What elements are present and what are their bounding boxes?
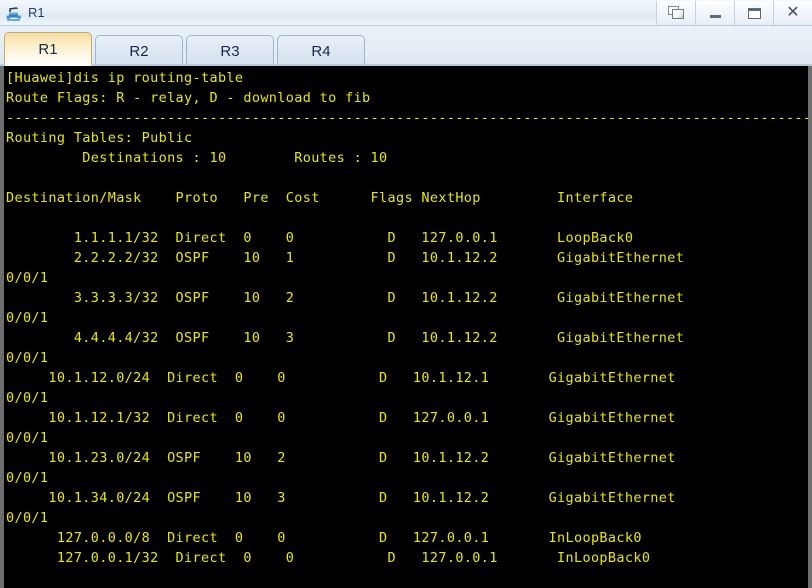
tab-label: R3 bbox=[220, 42, 240, 60]
minimize-icon bbox=[709, 15, 721, 18]
tab-r2[interactable]: R2 bbox=[95, 35, 183, 66]
terminal-line: Routing Tables: Public bbox=[6, 130, 193, 146]
window-title: R1 bbox=[28, 5, 45, 20]
terminal-line: 10.1.12.1/32 Direct 0 0 D 127.0.0.1 Giga… bbox=[6, 410, 676, 426]
terminal-line: 0/0/1 bbox=[6, 310, 49, 326]
tab-label: R2 bbox=[129, 42, 149, 60]
terminal-line: 127.0.0.0/8 Direct 0 0 D 127.0.0.1 InLoo… bbox=[6, 530, 642, 546]
terminal-line: Destinations : 10 Routes : 10 bbox=[6, 150, 388, 166]
tab-label: R4 bbox=[311, 42, 331, 60]
maximize-button[interactable] bbox=[734, 1, 773, 25]
terminal-output: [Huawei]dis ip routing-table Route Flags:… bbox=[6, 68, 808, 568]
minimize-button[interactable] bbox=[695, 1, 734, 25]
terminal-line: 3.3.3.3/32 OSPF 10 2 D 10.1.12.2 Gigabit… bbox=[6, 290, 685, 306]
terminal-line: 0/0/1 bbox=[6, 270, 49, 286]
router-icon bbox=[6, 5, 23, 22]
terminal-line: 10.1.34.0/24 OSPF 10 3 D 10.1.12.2 Gigab… bbox=[6, 490, 676, 506]
terminal-line: Destination/Mask Proto Pre Cost Flags Ne… bbox=[6, 190, 634, 206]
tab-label: R1 bbox=[38, 41, 58, 58]
terminal-line: 10.1.12.0/24 Direct 0 0 D 10.1.12.1 Giga… bbox=[6, 370, 676, 386]
terminal-console[interactable]: [Huawei]dis ip routing-table Route Flags:… bbox=[4, 66, 808, 588]
terminal-line: 4.4.4.4/32 OSPF 10 3 D 10.1.12.2 Gigabit… bbox=[6, 330, 685, 346]
close-button[interactable]: ✕ bbox=[773, 1, 812, 25]
terminal-line: 1.1.1.1/32 Direct 0 0 D 127.0.0.1 LoopBa… bbox=[6, 230, 634, 246]
terminal-line: 127.0.0.1/32 Direct 0 0 D 127.0.0.1 InLo… bbox=[6, 550, 651, 566]
terminal-line: 0/0/1 bbox=[6, 430, 49, 446]
terminal-line: 2.2.2.2/32 OSPF 10 1 D 10.1.12.2 Gigabit… bbox=[6, 250, 685, 266]
terminal-line: 0/0/1 bbox=[6, 350, 49, 366]
terminal-line: 10.1.23.0/24 OSPF 10 2 D 10.1.12.2 Gigab… bbox=[6, 450, 676, 466]
maximize-icon bbox=[747, 7, 761, 19]
application-window: R1 ✕ R1 R2 R3 R4 [Huawei]dis ip routing-… bbox=[0, 0, 812, 588]
restore-icon bbox=[667, 6, 685, 20]
tab-r3[interactable]: R3 bbox=[186, 35, 274, 66]
tab-r1[interactable]: R1 bbox=[4, 32, 92, 66]
terminal-line: [Huawei]dis ip routing-table bbox=[6, 70, 244, 86]
close-icon: ✕ bbox=[786, 4, 800, 21]
terminal-line: ----------------------------------------… bbox=[6, 110, 808, 126]
tab-r4[interactable]: R4 bbox=[277, 35, 365, 66]
title-bar: R1 ✕ bbox=[0, 0, 812, 26]
terminal-line: 0/0/1 bbox=[6, 470, 49, 486]
tab-strip: R1 R2 R3 R4 bbox=[0, 26, 812, 66]
tab-list: R1 R2 R3 R4 bbox=[4, 28, 368, 66]
terminal-line: 0/0/1 bbox=[6, 390, 49, 406]
terminal-frame: [Huawei]dis ip routing-table Route Flags:… bbox=[0, 66, 812, 588]
title-bar-left: R1 bbox=[6, 0, 45, 26]
terminal-line: Route Flags: R - relay, D - download to … bbox=[6, 90, 371, 106]
terminal-line: 0/0/1 bbox=[6, 510, 49, 526]
window-controls: ✕ bbox=[656, 1, 812, 25]
restore-button[interactable] bbox=[656, 1, 695, 25]
